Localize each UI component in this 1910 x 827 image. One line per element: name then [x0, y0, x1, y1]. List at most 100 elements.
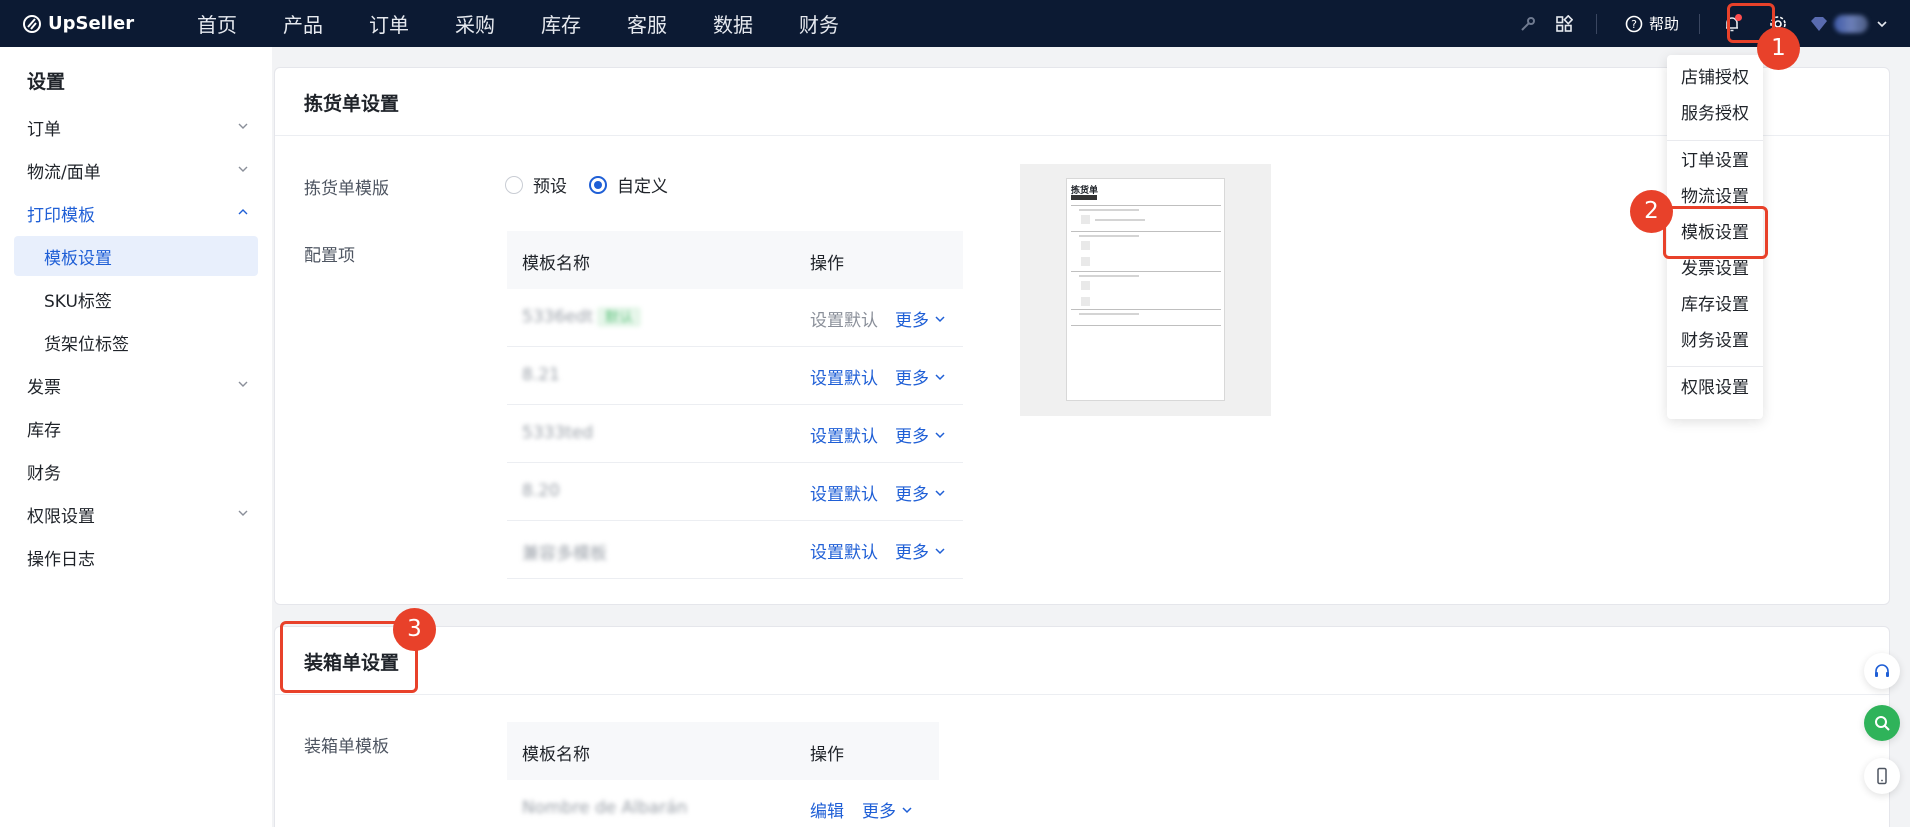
step-badge-3: 3	[393, 608, 436, 651]
radio-preset[interactable]	[505, 175, 523, 194]
chevron-down-icon	[238, 510, 248, 516]
card-divider	[275, 135, 1889, 136]
user-menu[interactable]	[1808, 14, 1888, 33]
menu-divider	[1667, 140, 1763, 141]
sidebar-item-template-settings[interactable]: 模板设置	[14, 236, 258, 276]
more-label: 更多	[895, 369, 929, 389]
more-label: 更多	[862, 802, 896, 822]
nav-inventory[interactable]: 库存	[518, 9, 604, 38]
nav-orders[interactable]: 订单	[346, 9, 432, 38]
template-name-blurred: 兼容多模板	[522, 544, 607, 564]
more-dropdown[interactable]: 更多	[895, 480, 946, 505]
preview-text	[1079, 209, 1139, 211]
menu-item-inventory-settings[interactable]: 库存设置	[1667, 287, 1763, 323]
customer-support-button[interactable]	[1864, 653, 1900, 689]
help-icon: ?	[1625, 15, 1643, 32]
menu-item-service-auth[interactable]: 服务授权	[1667, 96, 1763, 132]
sidebar-item-shelf-label[interactable]: 货架位标签	[0, 322, 272, 362]
sidebar-item-invoice[interactable]: 发票	[0, 365, 272, 405]
more-label: 更多	[895, 311, 929, 331]
radio-preset-label[interactable]: 预设	[533, 172, 567, 197]
sidebar-item-label: 货架位标签	[44, 334, 129, 355]
svg-text:?: ?	[1631, 18, 1637, 31]
set-default-button[interactable]: 设置默认	[810, 422, 878, 447]
preview-thumb	[1081, 257, 1090, 266]
table-row: 8.21 设置默认 更多	[507, 347, 963, 405]
more-dropdown[interactable]: 更多	[862, 797, 913, 822]
sidebar-item-logistics[interactable]: 物流/面单	[0, 150, 272, 190]
preview-thumb	[1081, 215, 1090, 224]
preview-text	[1079, 275, 1139, 277]
nav-products[interactable]: 产品	[260, 9, 346, 38]
sidebar-item-finance[interactable]: 财务	[0, 451, 272, 491]
set-default-button[interactable]: 设置默认	[810, 480, 878, 505]
brand-logo[interactable]: UpSeller	[22, 13, 172, 34]
chevron-down-icon	[935, 373, 945, 380]
table-row: 5333ted 设置默认 更多	[507, 405, 963, 463]
sidebar-item-label: 发票	[27, 377, 61, 398]
preview-text	[1079, 235, 1139, 237]
nav-finance[interactable]: 财务	[776, 9, 862, 38]
floating-search-button[interactable]	[1864, 705, 1900, 741]
packing-template-label: 装箱单模板	[304, 737, 389, 757]
key-icon[interactable]	[1510, 6, 1546, 42]
settings-sidebar: 设置 订单 物流/面单 打印模板 模板设置 SKU标签 货架位标签 发票 库存 …	[0, 47, 272, 827]
template-name-blurred: 5336edt	[522, 307, 594, 327]
packing-template-table: 模板名称 操作 Nombre de Albarán 编辑 更多	[507, 722, 939, 827]
radio-custom[interactable]	[589, 175, 607, 194]
help-button[interactable]: ? 帮助	[1625, 13, 1679, 34]
sidebar-item-print-templates[interactable]: 打印模板	[0, 193, 272, 233]
nav-purchase[interactable]: 采购	[432, 9, 518, 38]
menu-item-shop-auth[interactable]: 店铺授权	[1667, 60, 1763, 96]
set-default-button[interactable]: 设置默认	[810, 538, 878, 563]
chevron-down-icon	[1877, 20, 1887, 27]
nav-customer-service[interactable]: 客服	[604, 9, 690, 38]
more-dropdown[interactable]: 更多	[895, 538, 946, 563]
help-label: 帮助	[1648, 15, 1679, 33]
chevron-down-icon	[238, 381, 248, 387]
table-row: Nombre de Albarán 编辑 更多	[507, 780, 939, 827]
more-dropdown[interactable]: 更多	[895, 422, 946, 447]
sidebar-item-operation-log[interactable]: 操作日志	[0, 537, 272, 577]
set-default-button[interactable]: 设置默认	[810, 364, 878, 389]
chevron-down-icon	[935, 547, 945, 554]
col-template-name: 模板名称	[522, 254, 590, 274]
more-dropdown[interactable]: 更多	[895, 306, 946, 331]
sidebar-item-label: 打印模板	[27, 205, 95, 226]
menu-divider	[1667, 366, 1763, 367]
sidebar-item-label: 财务	[27, 463, 61, 484]
preview-line	[1071, 271, 1221, 272]
menu-item-finance-settings[interactable]: 财务设置	[1667, 323, 1763, 359]
menu-item-order-settings[interactable]: 订单设置	[1667, 143, 1763, 179]
step-badge-1: 1	[1757, 27, 1800, 70]
menu-item-permission-settings[interactable]: 权限设置	[1667, 370, 1763, 406]
preview-text	[1079, 313, 1139, 315]
preview-thumb	[1081, 241, 1090, 250]
sidebar-title: 设置	[27, 71, 66, 93]
template-name-blurred: 8.21	[522, 365, 560, 385]
sidebar-item-label: 订单	[27, 119, 61, 140]
nav-home[interactable]: 首页	[174, 9, 260, 38]
mobile-app-button[interactable]	[1864, 758, 1900, 794]
user-name-blurred	[1834, 14, 1868, 33]
sidebar-item-permissions[interactable]: 权限设置	[0, 494, 272, 534]
preview-line	[1071, 231, 1221, 232]
more-dropdown[interactable]: 更多	[895, 364, 946, 389]
nav-data[interactable]: 数据	[690, 9, 776, 38]
sidebar-item-inventory[interactable]: 库存	[0, 408, 272, 448]
nav-divider	[1699, 13, 1700, 34]
chevron-down-icon	[935, 431, 945, 438]
config-items-label: 配置项	[304, 246, 355, 266]
sidebar-item-label: 权限设置	[27, 506, 95, 527]
brand-name: UpSeller	[48, 13, 135, 34]
radio-custom-label[interactable]: 自定义	[617, 172, 668, 197]
preview-line	[1071, 309, 1221, 310]
sidebar-item-sku-label[interactable]: SKU标签	[0, 279, 272, 319]
apps-grid-icon[interactable]	[1546, 6, 1582, 42]
mobile-phone-icon	[1877, 767, 1887, 785]
upseller-logo-icon	[23, 14, 41, 33]
sidebar-item-orders[interactable]: 订单	[0, 107, 272, 147]
edit-button[interactable]: 编辑	[810, 797, 844, 822]
picking-template-preview[interactable]: 拣货单	[1020, 164, 1271, 416]
table-row: 兼容多模板 设置默认 更多	[507, 521, 963, 579]
